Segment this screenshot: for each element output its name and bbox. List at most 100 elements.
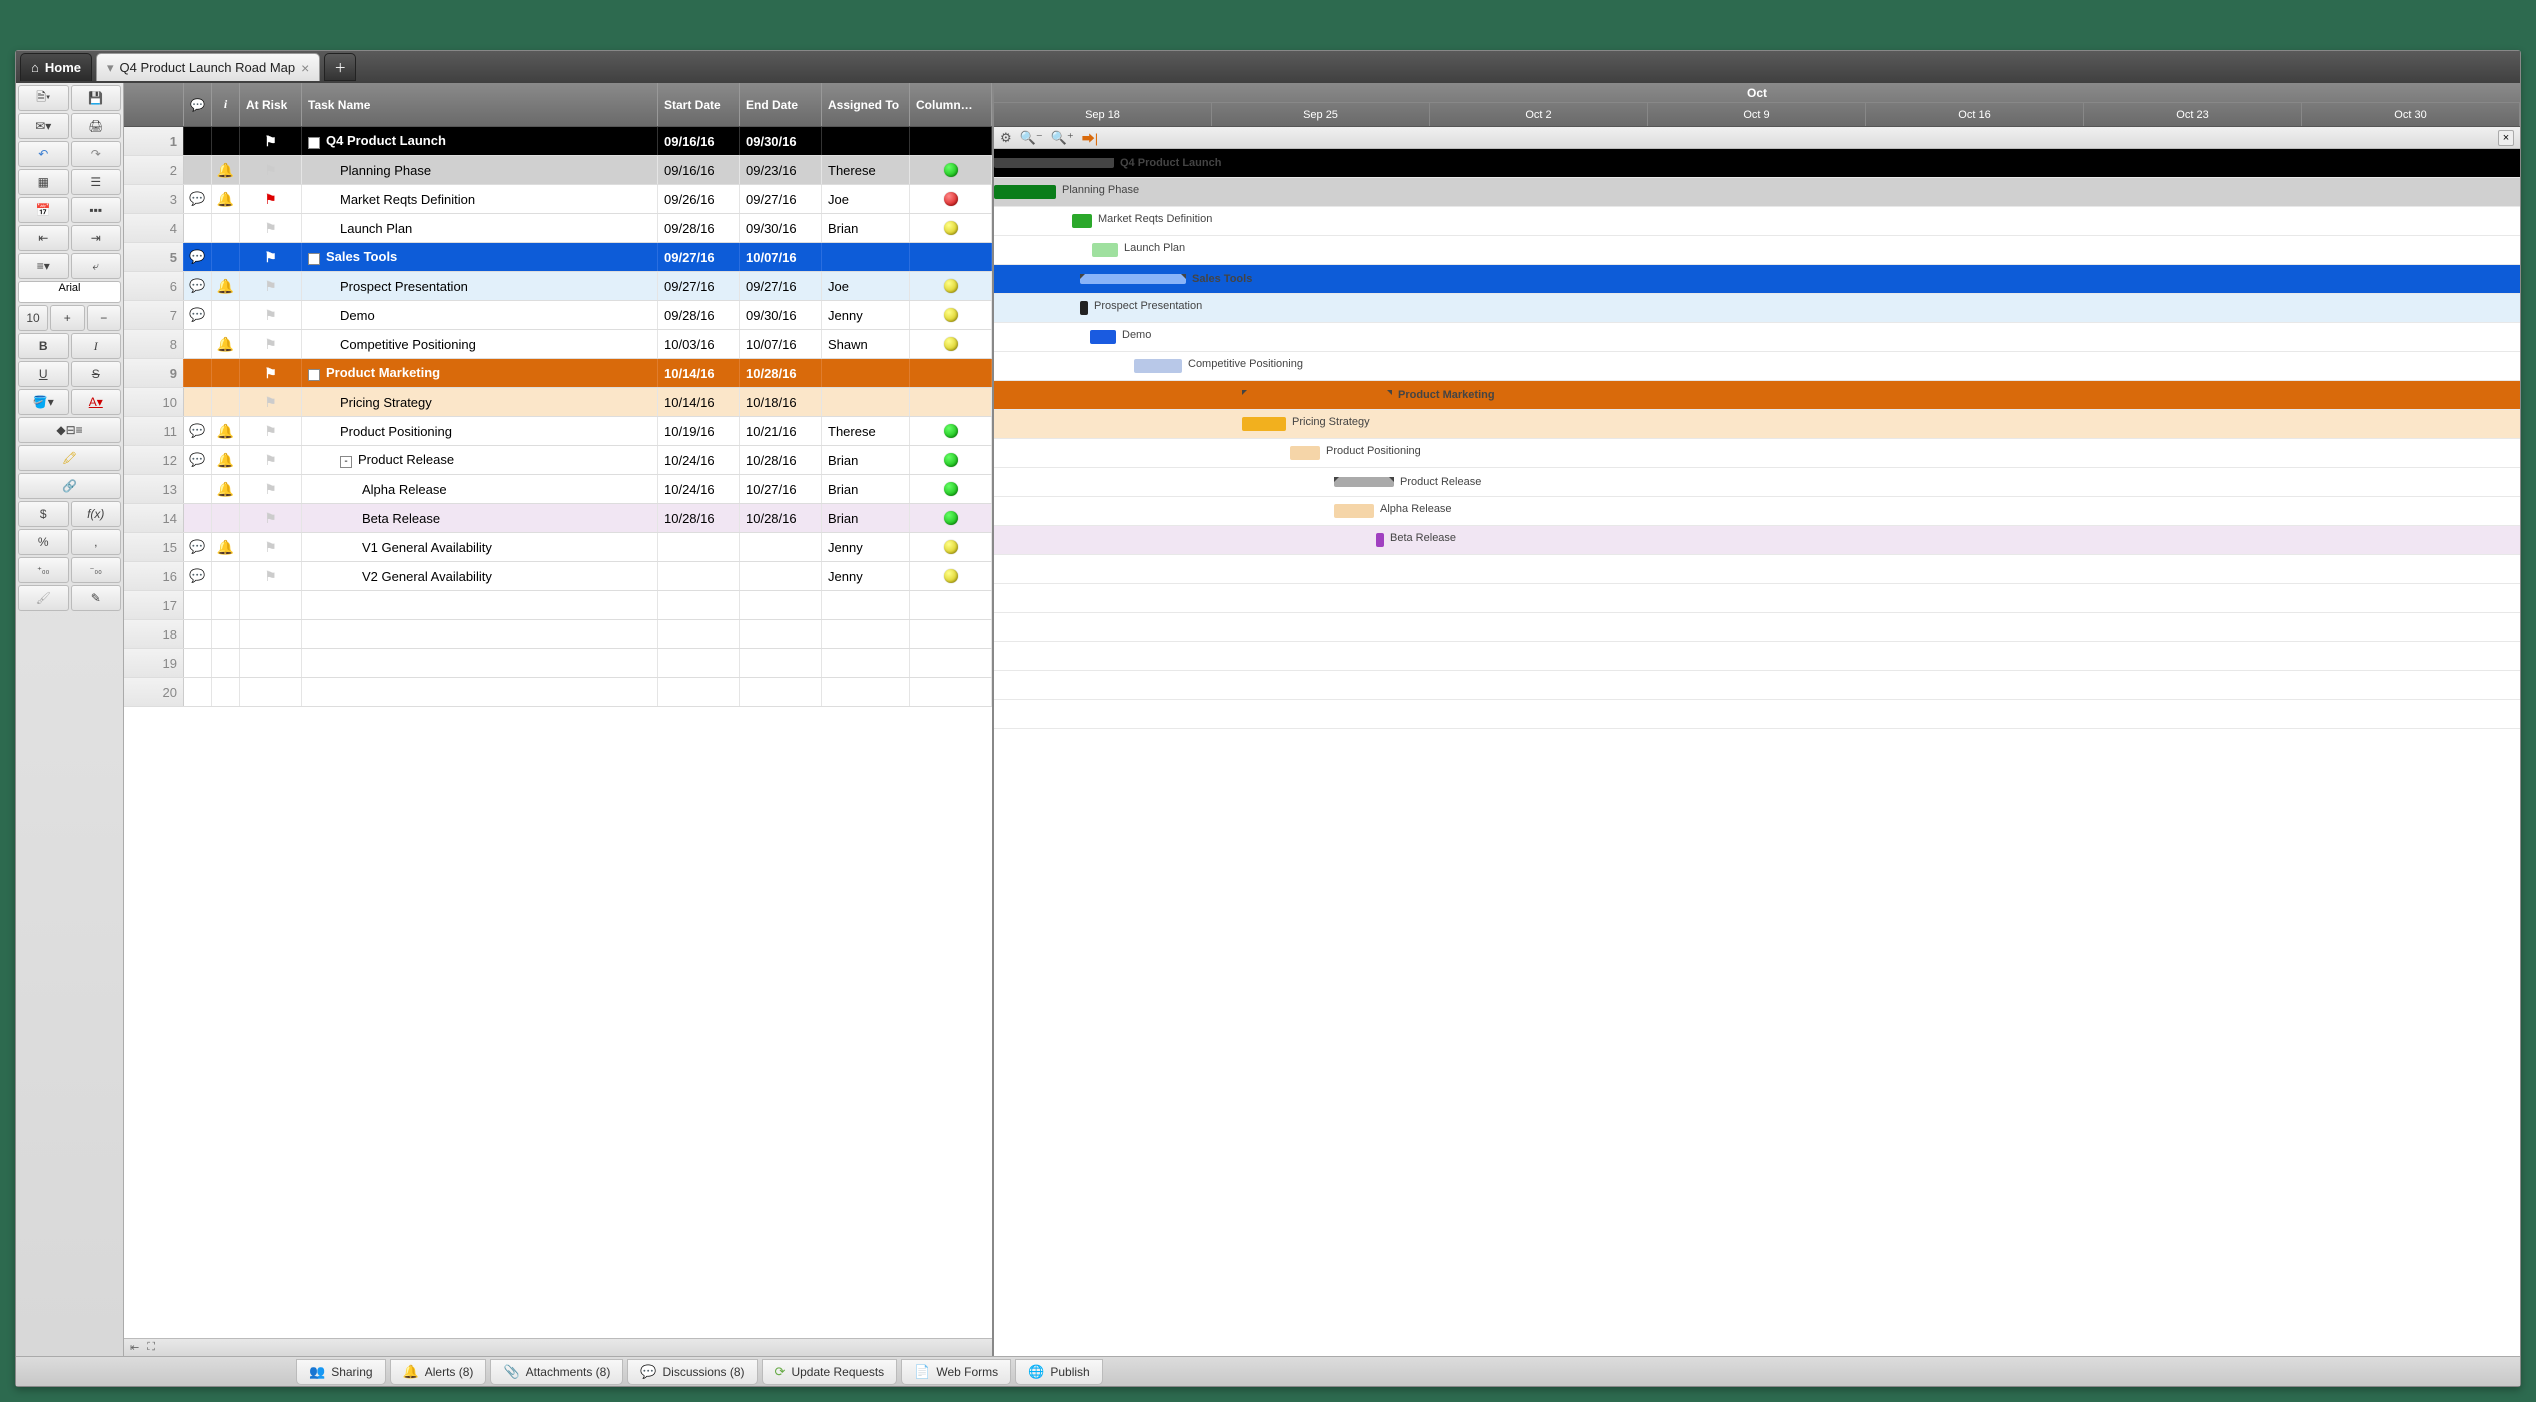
risk-cell[interactable]: ⚑ [240,359,302,387]
table-row[interactable]: 20 [124,678,992,707]
row-number[interactable]: 9 [124,359,184,387]
info-cell[interactable]: 🔔 [212,185,240,213]
gantt-view-button[interactable]: ☰ [71,169,122,195]
status-cell[interactable] [910,301,992,329]
status-cell[interactable] [910,620,992,648]
comment-cell[interactable]: 💬 [184,243,212,271]
text-color-button[interactable]: A▾ [71,389,122,415]
end-date-cell[interactable]: 10/07/16 [740,330,822,358]
end-date-cell[interactable] [740,649,822,677]
task-cell[interactable]: Market Reqts Definition [302,185,658,213]
row-number[interactable]: 17 [124,591,184,619]
header-comment-col[interactable]: 💬 [184,83,212,126]
table-row[interactable]: 7💬⚑Demo09/28/1609/30/16Jenny [124,301,992,330]
assigned-cell[interactable]: Brian [822,475,910,503]
end-date-cell[interactable]: 09/30/16 [740,214,822,242]
header-end-col[interactable]: End Date [740,83,822,126]
start-date-cell[interactable] [658,649,740,677]
redo-button[interactable]: ↷ [71,141,122,167]
fill-color-button[interactable]: 🪣▾ [18,389,69,415]
currency-button[interactable]: $ [18,501,69,527]
font-select[interactable]: Arial [18,281,121,303]
status-cell[interactable] [910,185,992,213]
start-date-cell[interactable]: 10/24/16 [658,446,740,474]
attachments-tab[interactable]: 📎Attachments (8) [490,1359,623,1385]
gantt-bar[interactable]: Pricing Strategy [1242,417,1286,431]
row-number[interactable]: 8 [124,330,184,358]
header-risk-col[interactable]: At Risk [240,83,302,126]
close-icon[interactable]: × [301,60,309,76]
format-paint-button[interactable]: 🖌 [18,585,69,611]
comment-cell[interactable] [184,591,212,619]
header-start-col[interactable]: Start Date [658,83,740,126]
gantt-bar[interactable]: Market Reqts Definition [1072,214,1092,228]
start-date-cell[interactable] [658,562,740,590]
gantt-bar[interactable]: Competitive Positioning [1134,359,1182,373]
task-cell[interactable]: Pricing Strategy [302,388,658,416]
row-number[interactable]: 4 [124,214,184,242]
row-number[interactable]: 19 [124,649,184,677]
end-date-cell[interactable]: 09/23/16 [740,156,822,184]
clear-format-button[interactable]: ✎ [71,585,122,611]
info-cell[interactable]: 🔔 [212,475,240,503]
table-row[interactable]: 5💬⚑-Sales Tools09/27/1610/07/16 [124,243,992,272]
table-row[interactable]: 18 [124,620,992,649]
info-cell[interactable] [212,214,240,242]
start-date-cell[interactable]: 09/16/16 [658,127,740,155]
fontsize-inc-button[interactable]: + [50,305,85,331]
start-date-cell[interactable]: 09/28/16 [658,214,740,242]
comment-cell[interactable] [184,330,212,358]
task-cell[interactable]: -Product Marketing [302,359,658,387]
task-cell[interactable] [302,678,658,706]
task-cell[interactable]: Planning Phase [302,156,658,184]
risk-cell[interactable]: ⚑ [240,388,302,416]
gantt-bar[interactable]: Beta Release [1376,533,1384,547]
table-row[interactable]: 9⚑-Product Marketing10/14/1610/28/16 [124,359,992,388]
comment-cell[interactable] [184,127,212,155]
status-cell[interactable] [910,562,992,590]
align-button[interactable]: ≡▾ [18,253,69,279]
end-date-cell[interactable]: 10/21/16 [740,417,822,445]
conditional-format-button[interactable]: ◆⊟≡ [18,417,121,443]
table-row[interactable]: 16💬⚑V2 General AvailabilityJenny [124,562,992,591]
end-date-cell[interactable]: 10/28/16 [740,359,822,387]
task-cell[interactable] [302,620,658,648]
assigned-cell[interactable] [822,359,910,387]
status-cell[interactable] [910,330,992,358]
task-cell[interactable]: Prospect Presentation [302,272,658,300]
assigned-cell[interactable] [822,649,910,677]
comment-cell[interactable]: 💬 [184,272,212,300]
start-date-cell[interactable]: 10/19/16 [658,417,740,445]
comment-cell[interactable]: 💬 [184,562,212,590]
table-row[interactable]: 11💬🔔⚑Product Positioning10/19/1610/21/16… [124,417,992,446]
end-date-cell[interactable] [740,620,822,648]
table-row[interactable]: 2🔔⚑Planning Phase09/16/1609/23/16Therese [124,156,992,185]
table-row[interactable]: 13🔔⚑Alpha Release10/24/1610/27/16Brian [124,475,992,504]
info-cell[interactable]: 🔔 [212,272,240,300]
expander-icon[interactable]: - [308,253,320,265]
table-row[interactable]: 10⚑Pricing Strategy10/14/1610/18/16 [124,388,992,417]
gantt-body[interactable]: Q4 Product LaunchPlanning PhaseMarket Re… [994,149,2520,1356]
start-date-cell[interactable]: 10/03/16 [658,330,740,358]
row-number[interactable]: 12 [124,446,184,474]
mail-button[interactable]: ✉▾ [18,113,69,139]
end-date-cell[interactable] [740,562,822,590]
comment-cell[interactable]: 💬 [184,446,212,474]
row-number[interactable]: 18 [124,620,184,648]
updates-tab[interactable]: ⟳Update Requests [762,1359,898,1385]
risk-cell[interactable]: ⚑ [240,156,302,184]
row-number[interactable]: 2 [124,156,184,184]
expander-icon[interactable]: - [308,369,320,381]
sharing-tab[interactable]: 👥Sharing [296,1359,386,1385]
expand-icon[interactable]: ⛶ [147,1341,155,1354]
risk-cell[interactable]: ⚑ [240,185,302,213]
row-number[interactable]: 7 [124,301,184,329]
table-row[interactable]: 15💬🔔⚑V1 General AvailabilityJenny [124,533,992,562]
goto-first-icon[interactable]: ⇤ [130,1341,139,1354]
italic-button[interactable]: I [71,333,122,359]
row-number[interactable]: 5 [124,243,184,271]
assigned-cell[interactable]: Brian [822,446,910,474]
header-assigned-col[interactable]: Assigned To [822,83,910,126]
risk-cell[interactable]: ⚑ [240,301,302,329]
gear-icon[interactable]: ⚙ [1000,130,1012,146]
